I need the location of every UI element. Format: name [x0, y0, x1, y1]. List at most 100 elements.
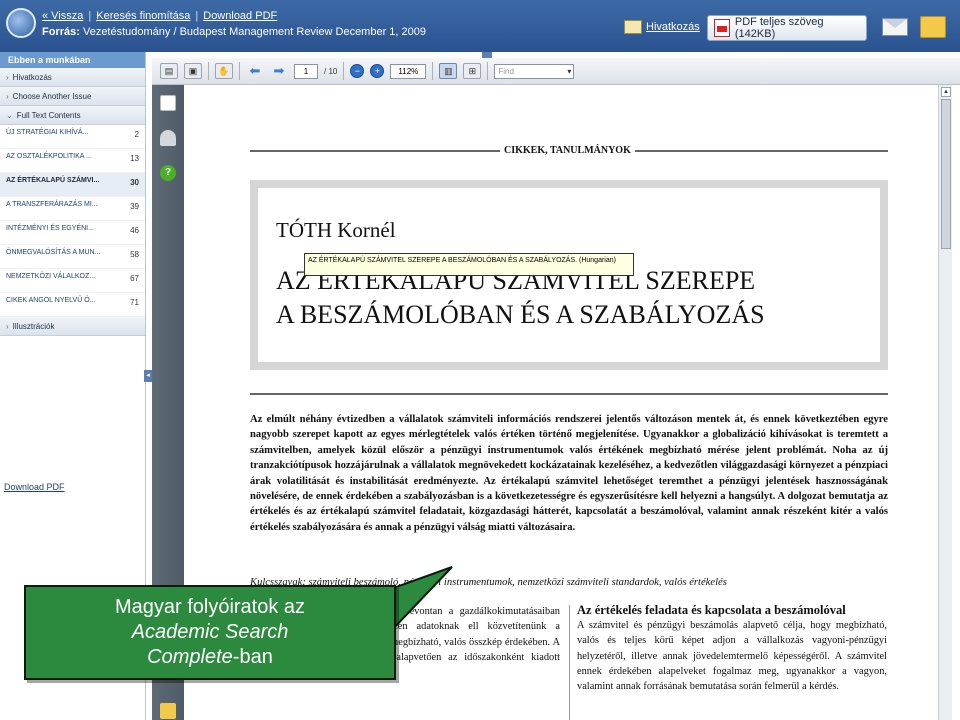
section-heading: Az értékelés feladata és kapcsolata a be… [577, 603, 846, 617]
toc-item[interactable]: INTÉZMÉNYI ÉS EGYÉNI... 46 [0, 221, 145, 245]
citation-label: Hivatkozás [646, 21, 700, 33]
toc-item-label: ÖNMEGVALÓSÍTÁS A MUN... [6, 249, 101, 256]
toc-item-label: ÚJ STRATÉGIAI KIHÍVÁ... [6, 129, 89, 136]
sidebar-section-citation[interactable]: › Hivatkozás [0, 68, 145, 87]
toolbar-divider [432, 62, 434, 80]
zoom-in-icon[interactable]: + [370, 64, 385, 78]
sidebar-download-pdf-link[interactable]: Download PDF [4, 482, 65, 492]
header-links: « Vissza | Keresés finomítása | Download PDF [42, 10, 278, 22]
toolbar-divider [487, 62, 489, 80]
toolbar-divider [343, 62, 345, 80]
toc-item-label: NEMZETKÖZI VÁLALKOZ... [6, 273, 96, 280]
toc-item-label: AZ ÉRTÉKALAPÚ SZÁMVI... [6, 177, 100, 184]
binoculars-icon[interactable] [160, 130, 176, 146]
sidebar-heading: Ebben a munkában [0, 52, 145, 68]
citation-link[interactable]: Hivatkozás [624, 20, 700, 34]
chevron-right-icon: › [6, 91, 9, 101]
download-pdf-link[interactable]: Download PDF [203, 10, 277, 22]
article-title-line2: A BESZÁMOLÓBAN ÉS A SZABÁLYOZÁS [276, 300, 765, 329]
sidebar-section-label: Hivatkozás [12, 72, 52, 82]
zoom-out-icon[interactable]: − [350, 64, 365, 78]
toc-item-page: 67 [130, 274, 139, 283]
toc-list: ÚJ STRATÉGIAI KIHÍVÁ... 2 AZ OSZTALÉKPOLI… [0, 125, 145, 317]
print-icon[interactable]: ▤ [160, 63, 178, 79]
back-link[interactable]: « Vissza [42, 10, 83, 22]
toc-item[interactable]: NEMZETKÖZI VÁLALKOZ... 67 [0, 269, 145, 293]
toc-item[interactable]: A TRANSZFERÁRAZÁS MI... 39 [0, 197, 145, 221]
next-page-icon[interactable]: ➡ [270, 63, 288, 79]
toc-item[interactable]: AZ OSZTALÉKPOLITIKA ... 13 [0, 149, 145, 173]
toc-item[interactable]: ÚJ STRATÉGIAI KIHÍVÁ... 2 [0, 125, 145, 149]
toc-item-page: 2 [134, 130, 139, 139]
save-icon[interactable]: ▣ [184, 63, 202, 79]
scroll-thumb[interactable] [941, 99, 951, 249]
toc-item-page: 71 [130, 298, 139, 307]
toc-item[interactable]: CIKEK ANGOL NYELVŰ Ö... 71 [0, 293, 145, 317]
page-number-input[interactable]: 1 [294, 63, 318, 79]
collapse-sidebar-handle[interactable]: ◂ [144, 370, 152, 382]
callout-line3-rest: -ban [232, 646, 273, 668]
kicker-text: CIKKEK, TANULMÁNYOK [500, 145, 635, 156]
toc-item-label: INTÉZMÉNYI ÉS EGYÉNI... [6, 225, 94, 232]
sidebar-section-label: Full Text Contents [16, 110, 81, 120]
fit-width-icon[interactable]: ⊞ [463, 63, 482, 79]
citation-icon [624, 20, 642, 34]
callout-line3-italic: Complete [147, 646, 233, 668]
callout-line2: Academic Search [131, 621, 289, 643]
toc-item-page: 58 [130, 250, 139, 259]
toc-item-label: AZ OSZTALÉKPOLITIKA ... [6, 153, 92, 160]
sidebar-section-fulltext-contents[interactable]: ⌄ Full Text Contents [0, 106, 145, 125]
source-label: Forrás: [42, 26, 80, 38]
callout-line3: Complete-ban [26, 645, 394, 670]
sidebar-section-illustrations[interactable]: › Illusztrációk [0, 317, 145, 336]
toc-item-page: 30 [130, 178, 139, 187]
email-icon[interactable] [882, 18, 908, 36]
scroll-up-icon[interactable]: ▲ [941, 87, 951, 97]
pages-icon[interactable] [160, 95, 176, 111]
header-bar: « Vissza | Keresés finomítása | Download PDF… [0, 0, 960, 52]
toc-item-selected[interactable]: AZ ÉRTÉKALAPÚ SZÁMVI... 30 [0, 173, 145, 197]
chevron-right-icon: › [6, 321, 9, 331]
pdf-fulltext-button[interactable]: PDF teljes szöveg (142KB) [707, 15, 867, 41]
article-column-right: Az értékelés feladata és kapcsolata a be… [577, 603, 887, 694]
previous-page-icon[interactable]: ⬅ [246, 63, 264, 79]
toolbar-divider [208, 62, 209, 80]
page-total: / 10 [324, 66, 338, 76]
logo-icon [6, 8, 36, 38]
pdf-button-label: PDF teljes szöveg (142KB) [734, 16, 824, 40]
folder-icon[interactable] [920, 16, 946, 38]
callout-banner: Magyar folyóiratok az Academic Search Co… [24, 585, 396, 680]
source-text: Vezetéstudomány / Budapest Management Re… [82, 26, 427, 38]
hand-tool-icon[interactable]: ✋ [215, 63, 233, 79]
column-divider [569, 605, 570, 720]
toc-item-page: 46 [130, 226, 139, 235]
callout-line1: Magyar folyóiratok az [114, 596, 306, 618]
find-input[interactable]: Find [494, 63, 575, 79]
section-body: A számvitel és pénzügyi beszámolás alapv… [577, 620, 887, 693]
zoom-select[interactable]: 112% [390, 63, 427, 79]
title-tooltip: AZ ÉRTÉKALAPÚ SZÁMVITEL SZEREPE A BESZÁM… [304, 253, 634, 276]
document-scrollbar[interactable]: ▲ [938, 85, 952, 720]
fit-page-icon[interactable]: ▥ [439, 63, 458, 79]
chevron-down-icon: ⌄ [6, 110, 13, 120]
help-icon[interactable]: ? [160, 165, 176, 181]
comment-icon[interactable] [160, 703, 176, 719]
pdf-icon [714, 19, 730, 37]
sidebar-section-label: Choose Another Issue [12, 91, 92, 101]
article-author: TÓTH Kornél [276, 218, 396, 242]
toc-item-page: 39 [130, 202, 139, 211]
toolbar-divider [239, 62, 240, 80]
pdf-toolbar: ▤ ▣ ✋ ⬅ ➡ 1 / 10 − + 112% ▥ ⊞ Find [152, 58, 960, 85]
source-line: Forrás: Vezetéstudomány / Budapest Manag… [42, 26, 426, 38]
toc-item-label: CIKEK ANGOL NYELVŰ Ö... [6, 297, 96, 304]
toc-item-page: 13 [130, 154, 139, 163]
sidebar-section-choose-issue[interactable]: › Choose Another Issue [0, 87, 145, 106]
toc-item-label: A TRANSZFERÁRAZÁS MI... [6, 201, 98, 208]
article-abstract: Az elmúlt néhány évtizedben a vállalatok… [250, 414, 888, 533]
chevron-right-icon: › [6, 72, 9, 82]
sidebar-section-label: Illusztrációk [12, 321, 55, 331]
toc-item[interactable]: ÖNMEGVALÓSÍTÁS A MUN... 58 [0, 245, 145, 269]
refine-search-link[interactable]: Keresés finomítása [96, 10, 190, 22]
title-rule [250, 393, 888, 395]
section-kicker: CIKKEK, TANULMÁNYOK [250, 145, 888, 157]
